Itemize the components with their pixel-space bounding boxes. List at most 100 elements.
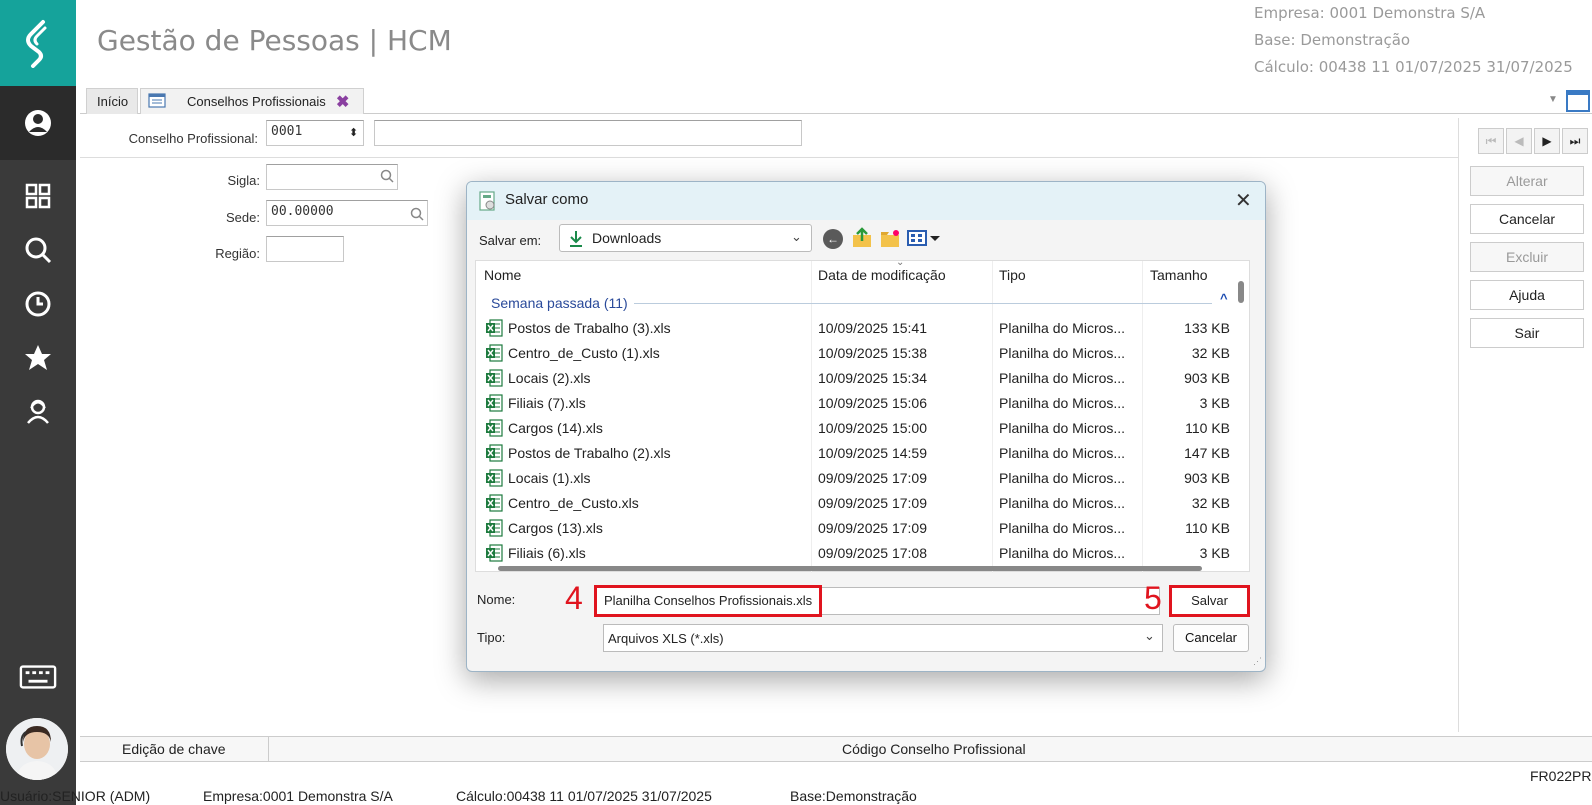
file-row[interactable]: Locais (1).xls 09/09/2025 17:09 Planilha d… [476,466,1236,491]
senior-logo-icon [26,20,47,68]
tab-menu-arrow-icon[interactable]: ▼ [1548,94,1558,105]
file-size: 903 KB [1184,370,1230,386]
file-row[interactable]: Cargos (14).xls 10/09/2025 15:00 Planilha … [476,416,1236,441]
form-tab-icon [148,93,166,108]
sede-input[interactable]: 00.00000 [266,200,428,226]
file-name: Postos de Trabalho (3).xls [508,320,671,336]
file-list[interactable]: Nome Data de modificação Tipo Tamanho ⌄ … [475,257,1250,573]
tab-conselhos-profissionais[interactable]: Conselhos Profissionais [140,88,364,114]
header-base: Base: Demonstração [1254,31,1411,49]
sidebar [0,0,76,805]
file-type: Planilha do Micros... [999,345,1126,361]
close-icon[interactable]: ✕ [1235,188,1252,213]
tab-label: Início [97,94,129,109]
header-calculo: Cálculo: 00438 11 01/07/2025 31/07/2025 [1254,58,1573,76]
file-name: Locais (1).xls [508,470,591,486]
excel-file-icon [486,394,503,412]
excluir-button[interactable]: Excluir [1470,242,1584,272]
column-header-tamanho[interactable]: Tamanho [1150,267,1208,283]
save-button[interactable]: Salvar [1169,585,1250,617]
sigla-search-icon[interactable] [380,169,394,183]
horizontal-scrollbar[interactable] [498,566,1202,571]
sede-search-icon[interactable] [410,207,424,221]
previous-record-button[interactable]: ◀ [1506,128,1532,154]
ajuda-button[interactable]: Ajuda [1470,280,1584,310]
last-record-button[interactable]: ⏭ [1562,128,1588,154]
assistant-avatar[interactable] [6,718,68,780]
file-name: Cargos (13).xls [508,520,603,536]
collapse-group-icon[interactable]: ^ [1220,291,1228,306]
senior-logo[interactable] [0,0,76,86]
file-type: Planilha do Micros... [999,420,1126,436]
file-row[interactable]: Locais (2).xls 10/09/2025 15:34 Planilha d… [476,366,1236,391]
file-date: 09/09/2025 17:09 [818,495,927,511]
file-date: 10/09/2025 15:34 [818,370,927,386]
sair-button[interactable]: Sair [1470,318,1584,348]
file-name: Centro_de_Custo (1).xls [508,345,660,361]
support-menu-button[interactable] [0,386,76,438]
file-name: Centro_de_Custo.xls [508,495,639,511]
file-row[interactable]: Postos de Trabalho (3).xls 10/09/2025 15:… [476,316,1236,341]
spinner-arrows-icon[interactable]: ⬍ [349,126,358,139]
conselho-descricao-input[interactable] [374,120,802,146]
step-4-annotation: 4 [565,580,583,616]
chevron-down-icon: ⌄ [791,229,802,244]
tab-close-icon[interactable]: ✖ [336,92,349,112]
file-row[interactable]: Postos de Trabalho (2).xls 10/09/2025 14:… [476,441,1236,466]
excel-file-icon [486,544,503,562]
file-size: 110 KB [1185,420,1230,436]
regiao-input[interactable] [266,236,344,262]
back-icon[interactable]: ← [823,229,843,249]
chevron-down-icon: ⌄ [1144,628,1155,643]
save-in-select[interactable]: Downloads ⌄ [559,224,812,252]
tab-inicio[interactable]: Início [86,88,138,114]
file-row[interactable]: Centro_de_Custo.xls 09/09/2025 17:09 Plani… [476,491,1236,516]
excel-file-icon [486,369,503,387]
vertical-scrollbar[interactable] [1238,281,1244,303]
search-menu-button[interactable] [0,224,76,276]
column-header-nome[interactable]: Nome [484,267,521,283]
form-code: FR022PRF [1530,768,1592,784]
favorites-menu-button[interactable] [0,332,76,384]
alterar-button[interactable]: Alterar [1470,166,1584,196]
save-dialog-icon [479,191,495,211]
file-size: 3 KB [1199,395,1230,411]
user-profile-button[interactable] [0,86,76,160]
cancelar-button[interactable]: Cancelar [1470,204,1584,234]
sigla-label: Sigla: [227,173,260,188]
cancel-button[interactable]: Cancelar [1173,624,1249,652]
keyboard-button[interactable] [0,650,76,702]
file-size: 133 KB [1184,320,1230,336]
grid-icon [25,183,51,209]
history-menu-button[interactable] [0,278,76,330]
next-record-button[interactable]: ▶ [1534,128,1560,154]
new-folder-icon[interactable] [879,227,901,249]
file-row[interactable]: Cargos (13).xls 09/09/2025 17:09 Planilha … [476,516,1236,541]
apps-menu-button[interactable] [0,170,76,222]
save-in-label: Salvar em: [479,233,542,248]
dialog-title: Salvar como [505,191,589,208]
file-name-value[interactable]: Planilha Conselhos Profissionais.xls [594,585,822,617]
file-date: 09/09/2025 17:09 [818,470,927,486]
file-row[interactable]: Filiais (7).xls 10/09/2025 15:06 Planilha … [476,391,1236,416]
maximize-window-icon[interactable] [1566,90,1590,112]
file-size: 32 KB [1191,495,1230,511]
group-header[interactable]: Semana passada (11) [491,295,628,311]
column-header-tipo[interactable]: Tipo [999,267,1026,283]
first-record-button[interactable]: ⏮ [1478,128,1504,154]
status-mode: Edição de chave [122,741,226,757]
up-folder-icon[interactable] [851,227,873,249]
file-row[interactable]: Centro_de_Custo (1).xls 10/09/2025 15:38 P… [476,341,1236,366]
file-size: 903 KB [1184,470,1230,486]
column-header-data[interactable]: Data de modificação [818,267,946,283]
file-type: Planilha do Micros... [999,470,1126,486]
file-row[interactable]: Filiais (6).xls 09/09/2025 17:08 Planilha … [476,541,1236,566]
regiao-label: Região: [215,246,260,261]
resize-grip-icon[interactable]: ⋰ [1253,656,1262,667]
view-menu-icon[interactable] [907,229,943,247]
sigla-input[interactable] [266,164,398,190]
file-type-select[interactable]: Arquivos XLS (*.xls) ⌄ [603,624,1163,652]
form-divider [80,157,1458,158]
file-name: Filiais (6).xls [508,545,586,561]
file-type: Planilha do Micros... [999,520,1126,536]
